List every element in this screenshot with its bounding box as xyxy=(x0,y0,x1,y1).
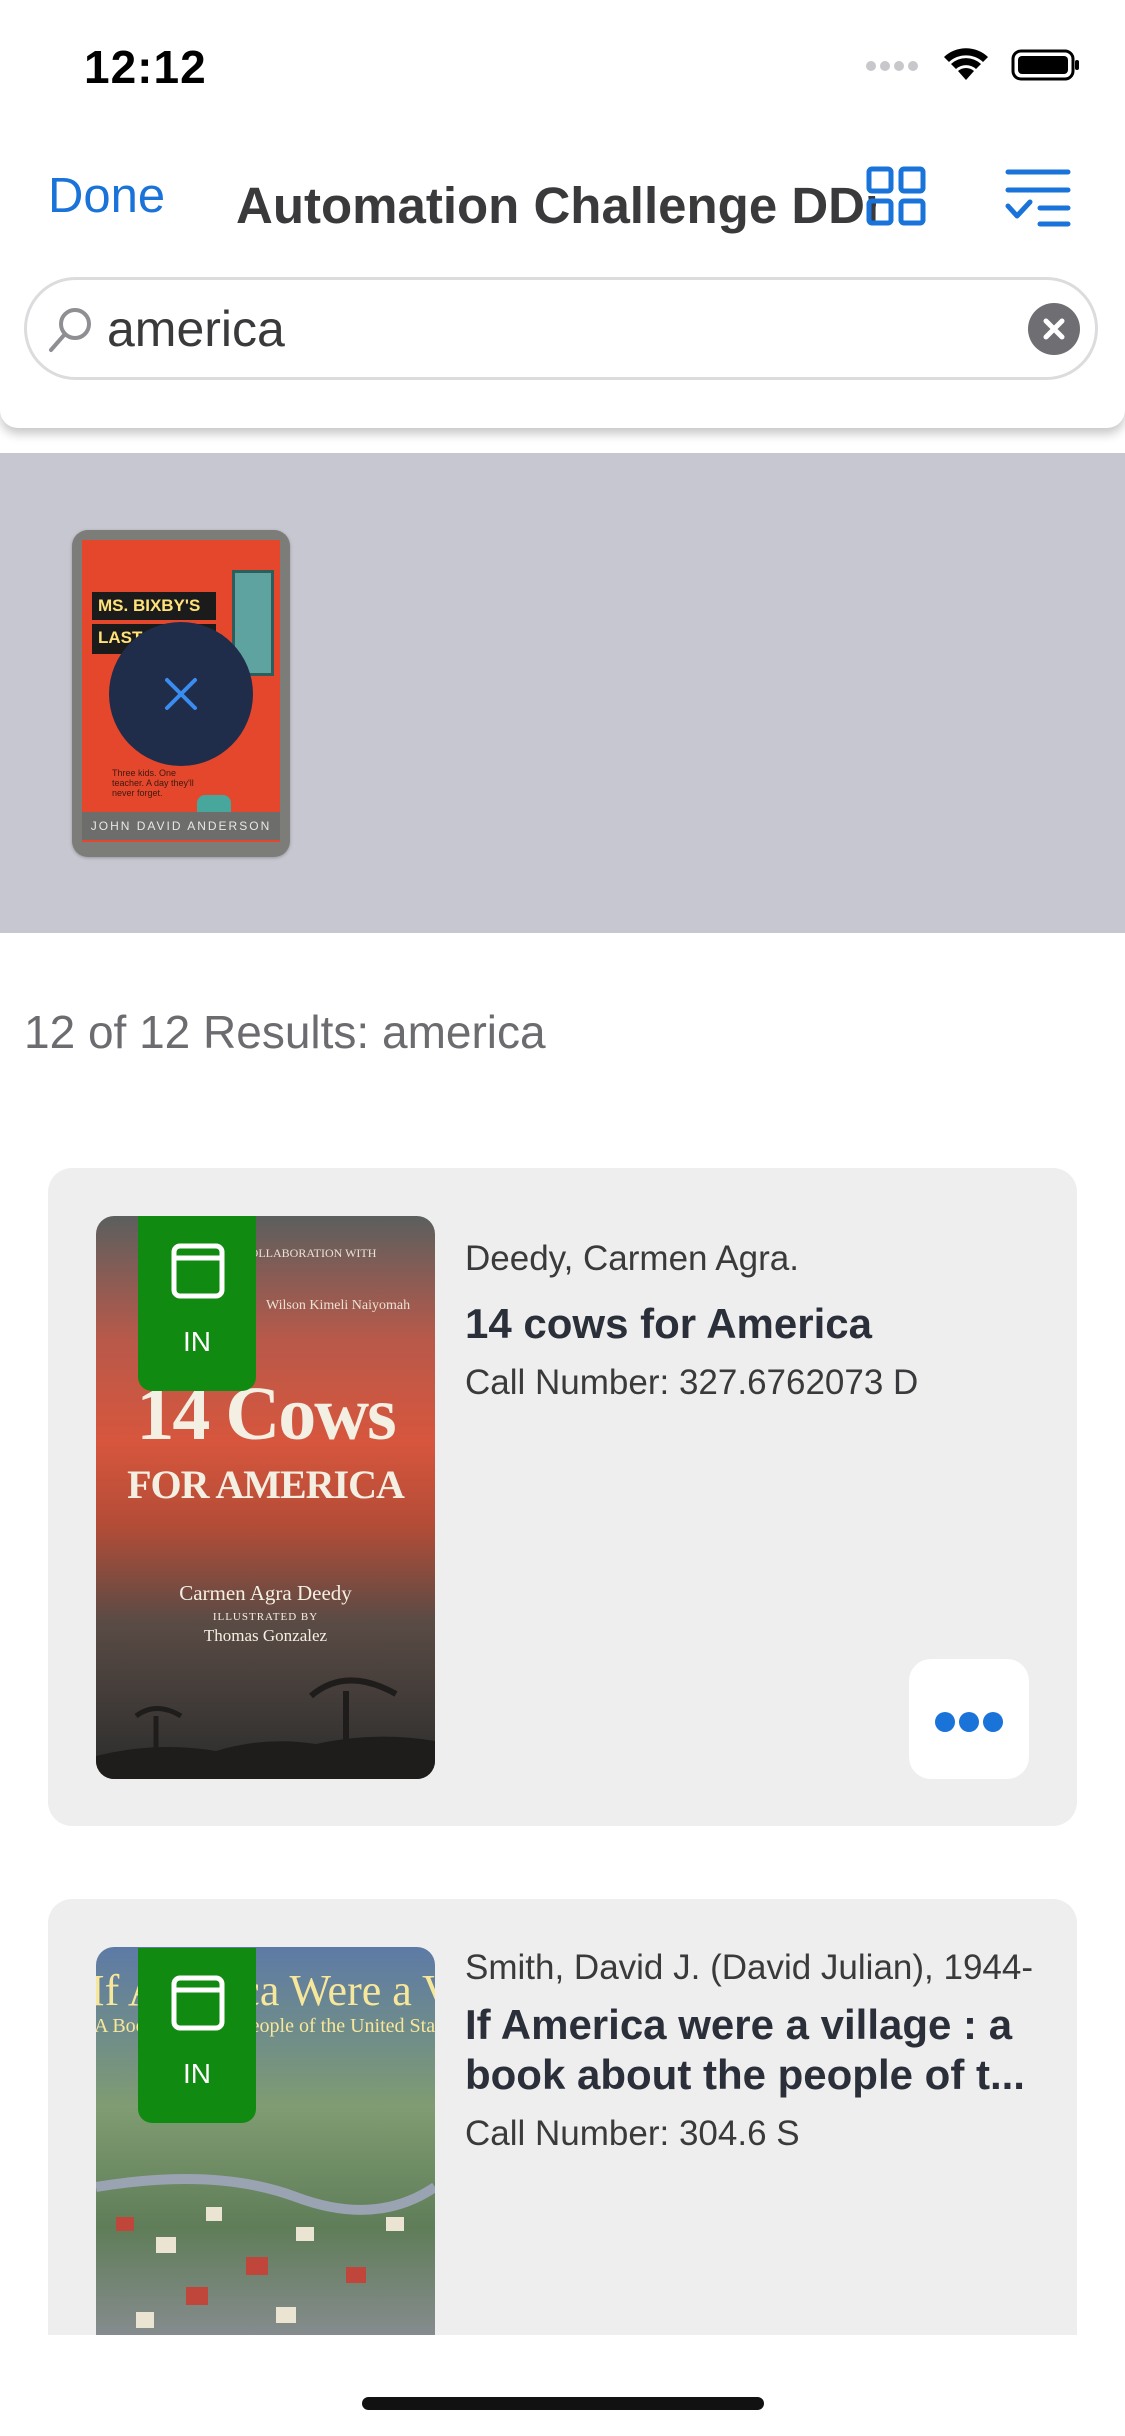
done-button[interactable]: Done xyxy=(48,168,165,224)
home-indicator[interactable] xyxy=(362,2397,764,2410)
call-number: Call Number: 327.6762073 D xyxy=(465,1363,919,1402)
navigation-header: 12:12 Done Automation Challenge DDm xyxy=(0,0,1125,428)
book-author: Smith, David J. (David Julian), 1944- xyxy=(465,1948,1033,1987)
availability-badge: IN xyxy=(138,1216,256,1391)
book-title[interactable]: 14 cows for America xyxy=(465,1299,1045,1349)
status-time: 12:12 xyxy=(84,41,207,93)
status-bar: 12:12 xyxy=(0,0,1125,135)
book-details: Deedy, Carmen Agra. 14 cows for America … xyxy=(465,1238,1045,1403)
cellular-signal-icon xyxy=(866,61,918,71)
book-details: Smith, David J. (David Julian), 1944- If… xyxy=(465,1947,1045,2154)
remove-selection-button[interactable] xyxy=(109,622,253,766)
search-icon xyxy=(49,308,91,352)
call-number: Call Number: 304.6 S xyxy=(465,2114,800,2153)
grid-icon[interactable] xyxy=(866,166,926,226)
more-options-button[interactable] xyxy=(909,1659,1029,1779)
list-item[interactable]: If America Were a Village A Book about t… xyxy=(48,1899,1077,2335)
book-title[interactable]: If America were a village : a book about… xyxy=(465,2000,1045,2100)
book-author: Deedy, Carmen Agra. xyxy=(465,1239,799,1278)
search-bar[interactable] xyxy=(24,277,1098,380)
close-icon xyxy=(1043,318,1065,340)
clear-search-button[interactable] xyxy=(1028,303,1080,355)
filter-list-icon[interactable] xyxy=(1004,166,1072,228)
bottom-safe-area xyxy=(0,2335,1125,2436)
page-title: Automation Challenge DDm xyxy=(236,177,876,234)
book-icon xyxy=(171,1975,225,2031)
wifi-icon xyxy=(944,48,988,80)
search-input[interactable] xyxy=(107,298,1007,360)
close-icon xyxy=(165,678,197,710)
availability-badge: IN xyxy=(138,1948,256,2123)
ellipsis-icon xyxy=(935,1712,955,1732)
battery-icon xyxy=(1011,49,1079,81)
list-item[interactable]: IN COLLABORATION WITH Wilson Kimeli Naiy… xyxy=(48,1168,1077,1826)
status-icons xyxy=(865,48,1081,82)
book-icon xyxy=(171,1243,225,1299)
results-summary: 12 of 12 Results: america xyxy=(24,1006,546,1058)
